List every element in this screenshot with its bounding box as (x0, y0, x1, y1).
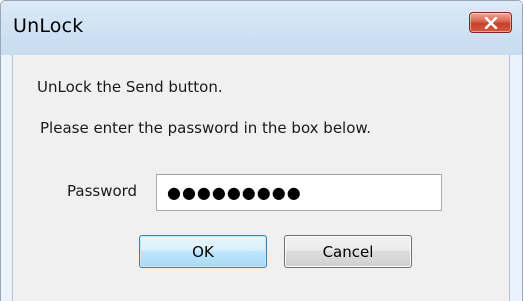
window-title: UnLock (13, 15, 84, 37)
password-instruction: Please enter the password in the box bel… (40, 119, 372, 137)
password-label: Password (67, 182, 138, 200)
cancel-button[interactable]: Cancel (284, 235, 412, 268)
unlock-message: UnLock the Send button. (37, 78, 223, 96)
title-bar[interactable]: UnLock (1, 1, 522, 55)
password-input[interactable] (156, 174, 442, 211)
ok-button[interactable]: OK (139, 235, 267, 268)
close-x-icon (484, 16, 498, 29)
unlock-dialog-window: UnLock UnLock the Send button. Please en… (0, 0, 523, 301)
close-button[interactable] (469, 12, 512, 33)
dialog-client-area: UnLock the Send button. Please enter the… (12, 55, 510, 301)
